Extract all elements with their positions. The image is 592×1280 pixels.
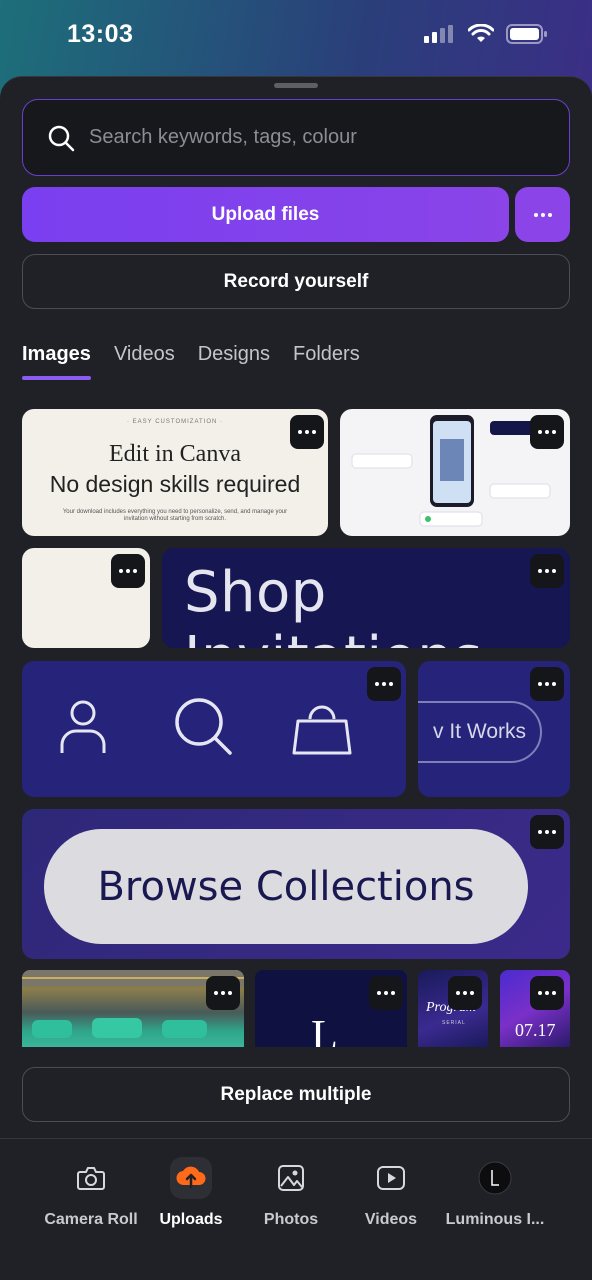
- video-play-icon: [370, 1157, 412, 1199]
- image-thumbnail[interactable]: · EASY CUSTOMIZATION · Edit in Canva No …: [22, 409, 328, 536]
- nav-label: Luminous I...: [445, 1211, 545, 1228]
- tab-images[interactable]: Images: [22, 343, 91, 380]
- image-thumbnail[interactable]: Browse Collections: [22, 809, 570, 959]
- thumbnail-more-button[interactable]: [111, 554, 145, 588]
- image-thumbnail[interactable]: L: [255, 970, 407, 1047]
- thumbnail-more-button[interactable]: [206, 976, 240, 1010]
- search-graphic-icon: [175, 698, 232, 755]
- tab-videos[interactable]: Videos: [114, 343, 175, 380]
- more-dots-icon: [377, 991, 395, 995]
- image-thumbnail[interactable]: [22, 970, 244, 1047]
- image-thumbnail[interactable]: [22, 661, 406, 797]
- user-icon: [60, 700, 106, 753]
- thumbnail-more-button[interactable]: [530, 415, 564, 449]
- brand-logo-icon: [474, 1157, 516, 1199]
- more-dots-icon: [375, 682, 393, 686]
- thumbnail-more-button[interactable]: [530, 815, 564, 849]
- thumbnail-headline: Edit in Canva: [109, 441, 241, 467]
- more-dots-icon: [119, 569, 137, 573]
- more-dots-icon: [456, 991, 474, 995]
- more-dots-icon: [538, 830, 556, 834]
- sheet-grabber[interactable]: [274, 83, 318, 88]
- thumbnail-text: Shop Invitations: [184, 560, 482, 648]
- thumbnail-text: 07.17: [515, 1020, 556, 1040]
- thumbnail-more-button[interactable]: [530, 554, 564, 588]
- search-input[interactable]: [89, 126, 529, 149]
- more-dots-icon: [538, 682, 556, 686]
- search-icon: [48, 125, 75, 151]
- bottom-nav: Camera Roll Uploads Photos Videos Lumino…: [0, 1138, 592, 1280]
- thumbnail-more-button[interactable]: [530, 976, 564, 1010]
- camera-icon: [70, 1157, 112, 1199]
- tab-designs[interactable]: Designs: [198, 343, 270, 380]
- thumbnail-body-text: Your download includes everything you ne…: [62, 509, 288, 523]
- status-bar: 13:03: [0, 0, 592, 76]
- thumbnail-more-button[interactable]: [367, 667, 401, 701]
- wifi-icon: [468, 24, 494, 42]
- more-dots-icon: [538, 569, 556, 573]
- status-icons: [424, 24, 548, 44]
- tab-folders[interactable]: Folders: [293, 343, 360, 380]
- nav-luminous[interactable]: Luminous I...: [435, 1157, 555, 1229]
- more-dots-icon: [538, 991, 556, 995]
- more-dots-icon: [538, 430, 556, 434]
- more-dots-icon: [214, 991, 232, 995]
- battery-icon: [506, 24, 547, 44]
- upload-files-button[interactable]: Upload files: [22, 187, 509, 242]
- upload-cloud-icon: [170, 1157, 212, 1199]
- thumbnail-subheadline: No design skills required: [49, 471, 301, 497]
- thumbnail-text: Browse Collections: [44, 829, 528, 944]
- image-thumbnail[interactable]: Shop Invitations: [162, 548, 570, 648]
- nav-label: Videos: [364, 1211, 418, 1228]
- nav-videos[interactable]: Videos: [331, 1157, 451, 1229]
- thumbnail-subtext: SERIAL: [442, 1020, 466, 1026]
- image-thumbnail[interactable]: v It Works: [418, 661, 570, 797]
- photo-icon: [270, 1157, 312, 1199]
- media-tabs: Images Videos Designs Folders: [22, 343, 360, 380]
- more-dots-icon: [298, 430, 316, 434]
- thumbnail-text: v It Works: [418, 701, 542, 763]
- more-dots-icon: [533, 212, 552, 217]
- status-time: 13:03: [67, 20, 134, 48]
- thumbnail-more-button[interactable]: [369, 976, 403, 1010]
- upload-more-button[interactable]: [515, 187, 570, 242]
- image-thumbnail[interactable]: [340, 409, 570, 536]
- image-thumbnail[interactable]: Program SERIAL: [418, 970, 488, 1047]
- thumbnail-eyebrow: · EASY CUSTOMIZATION ·: [126, 419, 223, 425]
- replace-multiple-button[interactable]: Replace multiple: [22, 1067, 570, 1122]
- uploads-sheet: Upload files Record yourself Images Vide…: [0, 76, 592, 1280]
- thumbnail-text: L: [311, 1011, 338, 1047]
- cellular-signal-icon: [424, 25, 453, 43]
- shopping-bag-icon: [292, 705, 352, 755]
- image-thumbnail[interactable]: 07.17: [500, 970, 570, 1047]
- record-yourself-button[interactable]: Record yourself: [22, 254, 570, 309]
- image-thumbnail[interactable]: [22, 548, 150, 648]
- thumbnail-more-button[interactable]: [448, 976, 482, 1010]
- thumbnail-more-button[interactable]: [530, 667, 564, 701]
- thumbnail-more-button[interactable]: [290, 415, 324, 449]
- search-bar[interactable]: [22, 99, 570, 176]
